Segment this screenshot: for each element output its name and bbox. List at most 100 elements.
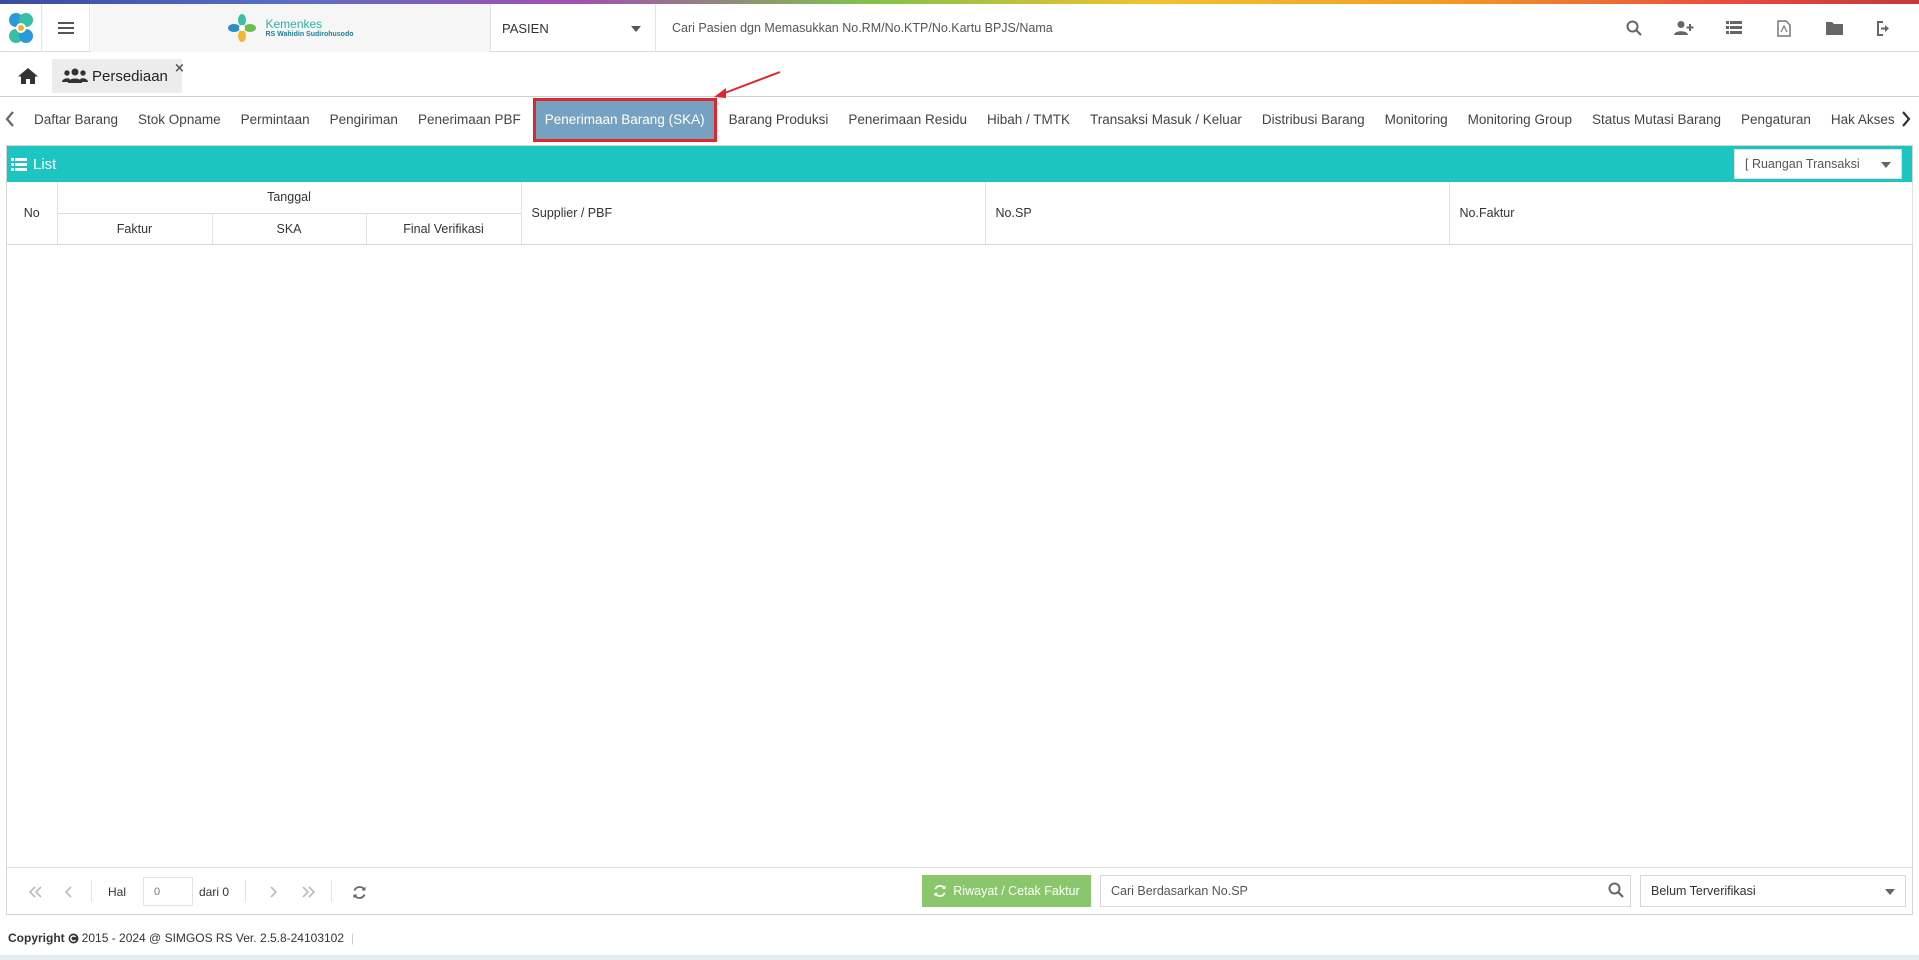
copyright-icon [68, 933, 79, 943]
column-header-no-sp[interactable]: No.SP [985, 182, 1450, 245]
module-menu-items: Daftar Barang Stok Opname Permintaan Pengir… [24, 97, 1905, 143]
header-actions [1609, 4, 1909, 52]
tab-persediaan[interactable]: Persediaan [52, 59, 182, 93]
add-user-icon [1674, 21, 1694, 35]
ruangan-transaksi-select[interactable]: [ Ruangan Transaksi [1734, 149, 1902, 179]
simgos-logo-icon [8, 13, 33, 43]
patient-search-input[interactable] [660, 14, 1620, 42]
menu-item-pengiriman[interactable]: Pengiriman [320, 100, 408, 140]
patient-type-value: PASIEN [502, 20, 549, 36]
close-tab-icon[interactable]: × [174, 61, 185, 76]
refresh-icon [934, 885, 946, 897]
table-toolbar: Hal dari 0 [7, 867, 1912, 914]
search-icon[interactable] [1608, 882, 1624, 898]
app-logo[interactable] [0, 4, 42, 52]
home-icon [18, 68, 38, 84]
menu-item-monitoring[interactable]: Monitoring [1375, 100, 1458, 140]
copyright-label: Copyright [8, 931, 65, 945]
module-menu: Daftar Barang Stok Opname Permintaan Pengir… [0, 97, 1919, 143]
refresh-icon [353, 885, 365, 899]
nosp-search-input[interactable] [1101, 876, 1581, 906]
divider [331, 880, 332, 902]
page-count-label: dari 0 [199, 885, 230, 899]
menu-item-daftar-barang[interactable]: Daftar Barang [24, 100, 128, 140]
refresh-button[interactable] [347, 880, 371, 904]
riwayat-cetak-faktur-button[interactable]: Riwayat / Cetak Faktur [922, 875, 1091, 907]
column-header-no-faktur[interactable]: No.Faktur [1449, 182, 1913, 245]
menu-item-hibah-tmtk[interactable]: Hibah / TMTK [977, 100, 1080, 140]
menu-item-status-mutasi-barang[interactable]: Status Mutasi Barang [1582, 100, 1731, 140]
list-panel-title: List [33, 155, 57, 173]
column-header-faktur[interactable]: Faktur [57, 213, 213, 245]
folder-icon [1825, 22, 1843, 35]
hospital-name: RS Wahidin Sudirohusodo [265, 30, 354, 38]
copyright-text: 2015 - 2024 @ SIMGOS RS Ver. 2.5.8-24103… [81, 931, 345, 945]
column-header-final-verifikasi[interactable]: Final Verifikasi [366, 213, 522, 245]
divider [245, 880, 246, 902]
menu-item-permintaan[interactable]: Permintaan [231, 100, 320, 140]
chevron-down-icon [1885, 889, 1895, 895]
list-icon [11, 157, 27, 171]
patient-type-select[interactable]: PASIEN [492, 4, 656, 52]
divider: | [351, 931, 355, 945]
menu-item-pengaturan[interactable]: Pengaturan [1731, 100, 1821, 140]
brand-name: Kemenkes [265, 17, 323, 32]
menu-item-monitoring-group[interactable]: Monitoring Group [1458, 100, 1582, 140]
double-chevron-right-icon [302, 886, 316, 898]
logout-button[interactable] [1859, 4, 1909, 52]
verification-status-select[interactable]: Belum Terverifikasi [1640, 875, 1906, 907]
nosp-search-box [1100, 875, 1631, 907]
bottom-bar [0, 955, 1919, 960]
folder-button[interactable] [1809, 4, 1859, 52]
chevron-down-icon [631, 26, 641, 32]
kemenkes-logo-icon [228, 14, 257, 42]
users-icon [62, 68, 88, 83]
list-button[interactable] [1709, 4, 1759, 52]
menu-item-penerimaan-residu[interactable]: Penerimaan Residu [838, 100, 977, 140]
menu-item-distribusi-barang[interactable]: Distribusi Barang [1252, 100, 1375, 140]
search-button[interactable] [1609, 4, 1659, 52]
logout-icon [1876, 20, 1889, 36]
column-header-no[interactable]: No [7, 182, 58, 245]
menu-item-penerimaan-pbf[interactable]: Penerimaan PBF [408, 100, 531, 140]
table-body-empty [7, 245, 1912, 871]
first-page-button[interactable] [23, 880, 47, 904]
next-page-button[interactable] [261, 880, 285, 904]
menu-item-barang-produksi[interactable]: Barang Produksi [719, 100, 839, 140]
copyright-footer: Copyright 2015 - 2024 @ SIMGOS RS Ver. 2… [8, 931, 354, 945]
search-icon [1626, 20, 1642, 36]
app-header: Kemenkes RS Wahidin Sudirohusodo PASIEN [0, 4, 1919, 52]
prev-page-button[interactable] [57, 880, 81, 904]
hamburger-menu-button[interactable] [42, 4, 90, 52]
page-number-input[interactable] [143, 877, 193, 906]
add-patient-button[interactable] [1659, 4, 1709, 52]
tab-label: Persediaan [92, 67, 168, 85]
last-page-button[interactable] [297, 880, 321, 904]
column-header-tanggal: Tanggal [57, 182, 522, 214]
verification-status-value: Belum Terverifikasi [1651, 884, 1756, 898]
penerimaan-table: No Tanggal Supplier / PBF No.SP No.Faktu… [7, 182, 1913, 245]
chevron-left-icon[interactable] [4, 110, 16, 128]
chevron-left-icon [65, 886, 72, 898]
column-header-supplier[interactable]: Supplier / PBF [521, 182, 986, 245]
chevron-right-icon[interactable] [1900, 110, 1912, 128]
column-header-ska[interactable]: SKA [212, 213, 367, 245]
divider [91, 880, 92, 902]
menu-item-penerimaan-barang-ska[interactable]: Penerimaan Barang (SKA) [532, 98, 717, 142]
menu-item-stok-opname[interactable]: Stok Opname [128, 100, 231, 140]
pdf-icon [1777, 19, 1791, 37]
home-button[interactable] [8, 61, 48, 91]
chevron-right-icon [270, 886, 277, 898]
ruangan-transaksi-value: [ Ruangan Transaksi [1745, 157, 1860, 171]
page-tab-bar: Persediaan × [0, 53, 1919, 97]
page-label: Hal [108, 885, 127, 899]
pdf-button[interactable] [1759, 4, 1809, 52]
list-icon [1726, 21, 1742, 34]
brand-logo: Kemenkes RS Wahidin Sudirohusodo [91, 4, 491, 52]
riwayat-button-label: Riwayat / Cetak Faktur [953, 884, 1080, 898]
list-panel-header: List [ Ruangan Transaksi [7, 146, 1912, 182]
hamburger-icon [57, 22, 74, 34]
menu-item-transaksi-masuk-keluar[interactable]: Transaksi Masuk / Keluar [1080, 100, 1252, 140]
list-panel: List [ Ruangan Transaksi No Tanggal Supp… [6, 145, 1913, 915]
menu-item-hak-akses[interactable]: Hak Akses [1821, 100, 1905, 140]
